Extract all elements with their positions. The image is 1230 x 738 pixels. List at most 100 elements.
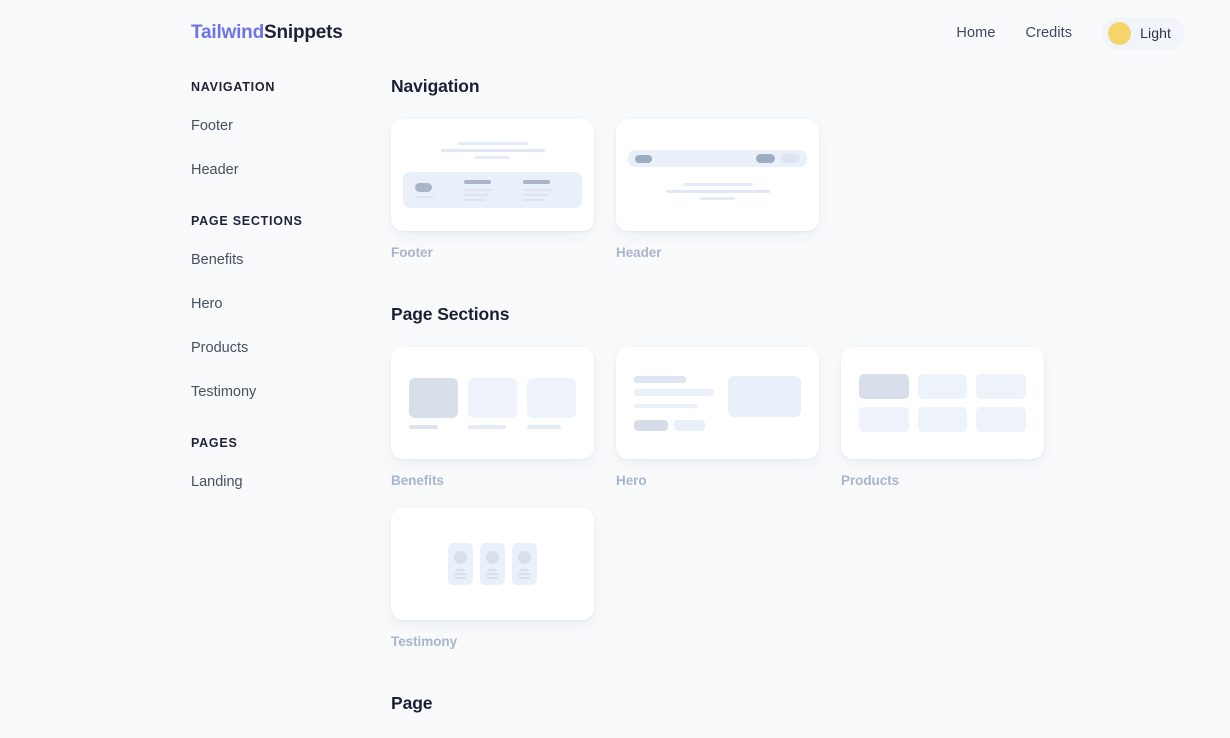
skeleton-line <box>682 183 753 186</box>
skeleton-box <box>527 377 576 418</box>
preview-products[interactable] <box>841 347 1044 459</box>
testimony-preview-card <box>448 543 473 585</box>
sidebar-item-header[interactable]: Header <box>191 162 366 178</box>
skeleton-image <box>728 375 801 417</box>
testimony-preview-cards <box>403 543 582 585</box>
sidebar-item-testimony[interactable]: Testimony <box>191 384 366 400</box>
skeleton-box <box>409 377 458 418</box>
skeleton-line <box>457 142 528 145</box>
sidebar-item-landing[interactable]: Landing <box>191 474 366 490</box>
skeleton-pill <box>781 154 800 163</box>
snippet-card-hero[interactable]: Hero <box>616 347 819 488</box>
snippet-card-products[interactable]: Products <box>841 347 1044 488</box>
header-preview-nav-buttons <box>756 154 800 163</box>
skeleton-lines <box>486 569 499 579</box>
theme-toggle-button[interactable]: Light <box>1102 16 1185 50</box>
hero-preview-buttons <box>634 419 714 431</box>
skeleton-box <box>976 374 1027 399</box>
snippet-caption-benefits: Benefits <box>391 473 444 488</box>
snippet-caption-hero: Hero <box>616 473 647 488</box>
skeleton-line <box>665 190 770 193</box>
skeleton-line <box>440 149 545 152</box>
snippet-card-testimony[interactable]: Testimony <box>391 508 594 649</box>
skeleton-box <box>917 407 968 432</box>
skeleton-line <box>634 388 714 396</box>
products-preview-grid <box>853 374 1032 432</box>
skeleton-line <box>468 424 506 429</box>
footer-preview-text-lines <box>403 142 582 159</box>
benefits-preview-column <box>409 377 458 429</box>
skeleton-line <box>464 193 489 196</box>
nav-link-credits[interactable]: Credits <box>1026 25 1073 41</box>
main-content: Navigation Footer Header Page Sections B… <box>391 76 1191 736</box>
skeleton-box <box>859 407 909 432</box>
snippet-caption-products: Products <box>841 473 900 488</box>
benefits-preview-column <box>527 377 576 429</box>
sidebar-group-title-navigation: NAVIGATION <box>191 80 276 94</box>
testimony-preview-card <box>480 543 505 585</box>
snippet-caption-testimony: Testimony <box>391 634 458 649</box>
app-root: TailwindSnippets Home Credits Light NAVI… <box>0 0 1230 738</box>
section-page-sections: Page Sections Benefits Hero Products Tes… <box>391 304 1191 649</box>
theme-toggle-label: Light <box>1140 25 1171 41</box>
skeleton-line <box>523 198 544 201</box>
avatar-placeholder <box>486 551 499 564</box>
sidebar-group-page-sections: PAGE SECTIONS Benefits Hero Products Tes… <box>191 214 366 400</box>
avatar-placeholder <box>518 551 531 564</box>
snippet-grid-navigation: Footer Header <box>391 119 1191 260</box>
footer-preview-brand <box>415 182 434 198</box>
hero-preview-layout <box>628 375 807 431</box>
benefits-preview-columns <box>403 377 582 429</box>
snippet-caption-footer: Footer <box>391 245 433 260</box>
snippet-card-benefits[interactable]: Benefits <box>391 347 594 488</box>
top-navigation: Home Credits Light <box>956 16 1185 50</box>
skeleton-heading <box>523 179 550 184</box>
skeleton-button <box>674 419 705 431</box>
skeleton-box <box>468 377 517 418</box>
snippet-card-footer[interactable]: Footer <box>391 119 594 260</box>
benefits-preview-column <box>468 377 517 429</box>
sidebar-item-footer[interactable]: Footer <box>191 118 366 134</box>
brand-secondary: Snippets <box>264 22 343 43</box>
skeleton-line <box>464 198 485 201</box>
skeleton-box <box>917 374 968 399</box>
skeleton-lines <box>454 569 467 579</box>
skeleton-box <box>976 407 1027 432</box>
top-bar: TailwindSnippets Home Credits Light <box>0 0 1230 66</box>
nav-link-home[interactable]: Home <box>956 25 995 41</box>
sidebar-item-products[interactable]: Products <box>191 340 366 356</box>
skeleton-line <box>634 375 686 383</box>
section-title-navigation: Navigation <box>391 76 480 96</box>
preview-hero[interactable] <box>616 347 819 459</box>
snippet-grid-page-sections: Benefits Hero Products Testimony <box>391 347 1191 649</box>
preview-footer[interactable] <box>391 119 594 231</box>
preview-testimony[interactable] <box>391 508 594 620</box>
header-preview-text-lines <box>628 183 807 200</box>
sidebar-item-hero[interactable]: Hero <box>191 296 366 312</box>
footer-preview-column <box>464 179 493 201</box>
sidebar-item-benefits[interactable]: Benefits <box>191 252 366 268</box>
header-preview-navbar <box>628 150 807 167</box>
products-preview-row <box>859 374 1027 399</box>
skeleton-pill <box>756 154 775 163</box>
testimony-preview-card <box>512 543 537 585</box>
hero-preview-text-column <box>634 375 714 431</box>
sidebar-group-title-page-sections: PAGE SECTIONS <box>191 214 303 228</box>
skeleton-line <box>527 424 561 429</box>
footer-preview-column <box>523 179 552 201</box>
preview-benefits[interactable] <box>391 347 594 459</box>
skeleton-line <box>464 188 493 191</box>
brand-logo[interactable]: TailwindSnippets <box>191 22 343 44</box>
preview-header[interactable] <box>616 119 819 231</box>
avatar-placeholder <box>454 551 467 564</box>
sidebar: NAVIGATION Footer Header PAGE SECTIONS B… <box>191 80 366 490</box>
snippet-card-header[interactable]: Header <box>616 119 819 260</box>
skeleton-lines <box>518 569 531 579</box>
section-page: Page <box>391 693 1191 714</box>
products-preview-row <box>859 407 1027 432</box>
sidebar-group-title-pages: PAGES <box>191 436 238 450</box>
section-title-page: Page <box>391 693 433 713</box>
skeleton-line <box>523 193 548 196</box>
skeleton-line <box>475 156 510 159</box>
sun-icon <box>1108 21 1132 45</box>
